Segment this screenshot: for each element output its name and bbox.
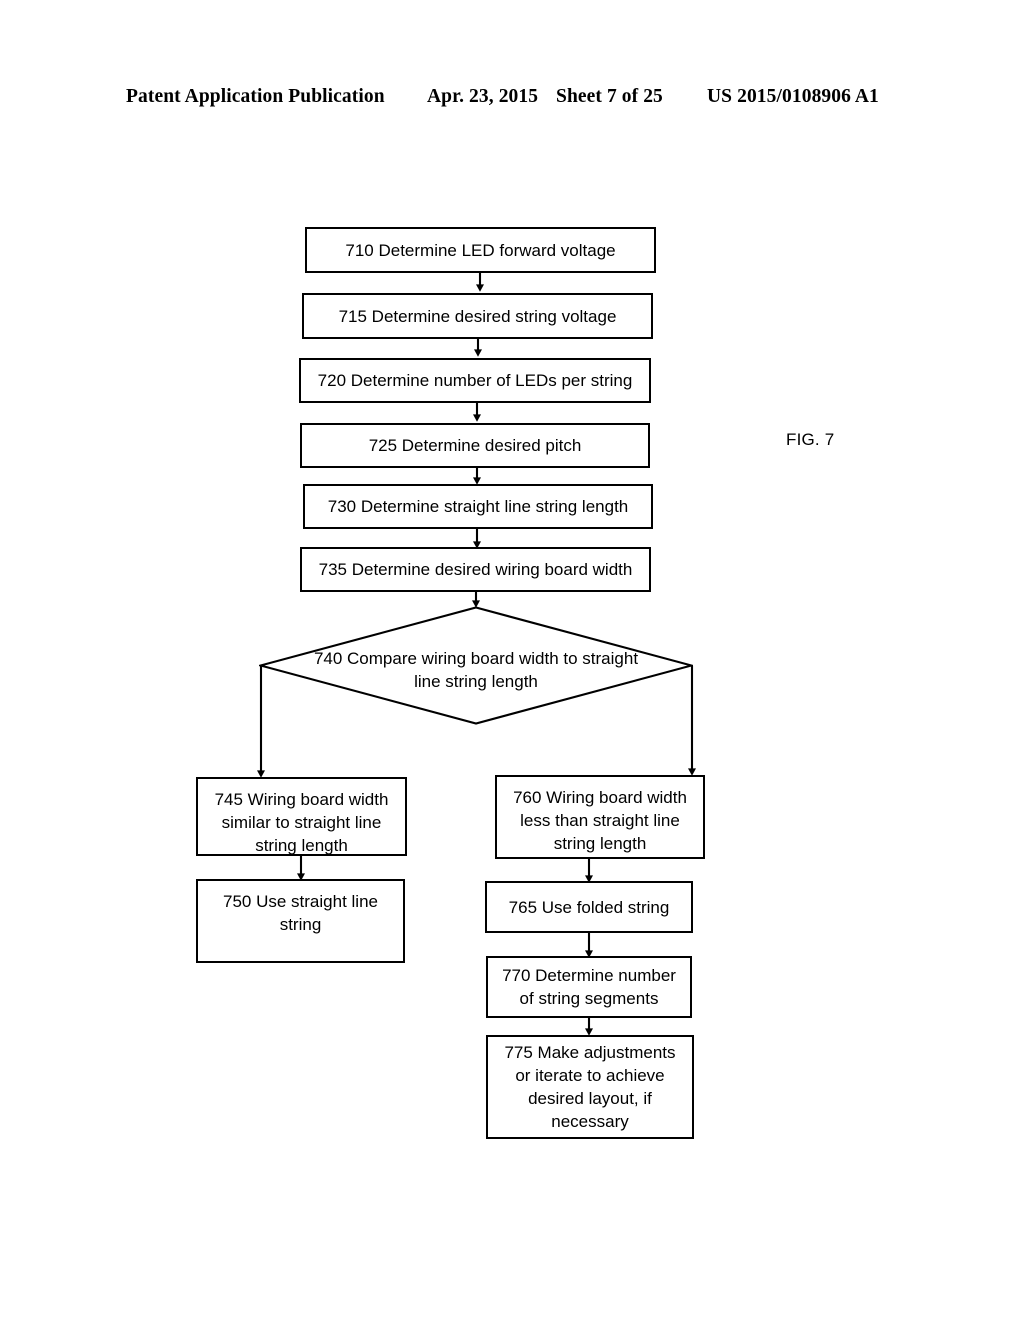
flow-node-765[interactable]: 765 Use folded string bbox=[485, 881, 693, 933]
flow-node-720[interactable]: 720 Determine number of LEDs per string bbox=[299, 358, 651, 403]
flow-node-735-label: 735 Determine desired wiring board width bbox=[318, 560, 633, 579]
flow-node-745-label: 745 Wiring board width similar to straig… bbox=[214, 790, 389, 855]
flow-node-710-label: 710 Determine LED forward voltage bbox=[345, 240, 616, 260]
flow-node-725-label: 725 Determine desired pitch bbox=[368, 436, 582, 455]
flow-node-770-label: 770 Determine number of string segments bbox=[502, 966, 676, 1008]
flow-node-750-label: 750 Use straight line string bbox=[223, 892, 378, 934]
flow-node-765-label: 765 Use folded string bbox=[508, 897, 670, 917]
flow-node-730[interactable]: 730 Determine straight line string lengt… bbox=[303, 484, 653, 529]
flow-node-775[interactable]: 775 Make adjustments or iterate to achie… bbox=[486, 1035, 694, 1139]
flow-node-730-label: 730 Determine straight line string lengt… bbox=[327, 497, 629, 516]
flowchart-diagram: 710 Determine LED forward voltage 715 De… bbox=[0, 0, 1024, 1320]
flow-node-735[interactable]: 735 Determine desired wiring board width bbox=[300, 547, 651, 592]
flow-node-740-label: 740 Compare wiring board width to straig… bbox=[313, 649, 639, 691]
flow-node-760[interactable]: 760 Wiring board width less than straigh… bbox=[495, 775, 705, 859]
flow-node-715-label: 715 Determine desired string voltage bbox=[338, 306, 617, 326]
flow-node-775-label: 775 Make adjustments or iterate to achie… bbox=[504, 1043, 676, 1131]
flow-node-760-label: 760 Wiring board width less than straigh… bbox=[513, 788, 687, 853]
flow-node-720-label: 720 Determine number of LEDs per string bbox=[317, 371, 633, 390]
flow-node-750[interactable]: 750 Use straight line string bbox=[196, 879, 405, 963]
flow-node-740[interactable]: 740 Compare wiring board width to straig… bbox=[259, 606, 693, 725]
flow-node-725[interactable]: 725 Determine desired pitch bbox=[300, 423, 650, 468]
flow-node-745[interactable]: 745 Wiring board width similar to straig… bbox=[196, 777, 407, 856]
flow-node-770[interactable]: 770 Determine number of string segments bbox=[486, 956, 692, 1018]
flow-node-715[interactable]: 715 Determine desired string voltage bbox=[302, 293, 653, 339]
flow-node-710[interactable]: 710 Determine LED forward voltage bbox=[305, 227, 656, 273]
